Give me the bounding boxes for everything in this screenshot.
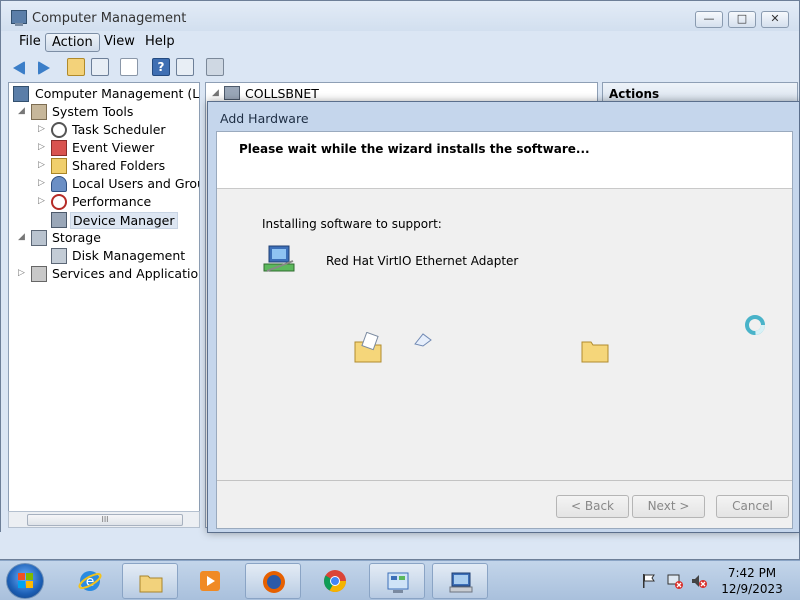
properties-icon[interactable]: [120, 58, 138, 76]
action-center-flag-icon[interactable]: [642, 573, 656, 589]
busy-spinner-icon: [745, 315, 765, 335]
taskbar-computer-management[interactable]: [432, 563, 488, 599]
taskbar-control-panel[interactable]: [369, 563, 425, 599]
menu-view[interactable]: View: [98, 33, 141, 52]
actions-header: Actions: [603, 83, 797, 103]
network-warning-icon[interactable]: [666, 572, 684, 590]
shared-folder-icon: [51, 158, 67, 174]
device-manager-icon: [51, 212, 67, 228]
start-button[interactable]: [6, 563, 44, 599]
expand-arrow-icon[interactable]: ▷: [17, 268, 26, 279]
event-viewer-icon: [51, 140, 67, 156]
show-hide-tree-icon[interactable]: [91, 58, 109, 76]
expand-arrow-icon[interactable]: ▷: [37, 124, 46, 135]
device-name: Red Hat VirtIO Ethernet Adapter: [326, 254, 519, 268]
scrollbar-thumb[interactable]: III: [27, 514, 183, 526]
notification-area: [638, 567, 718, 595]
control-panel-icon: [387, 572, 409, 593]
collapse-arrow-icon[interactable]: ◢: [17, 106, 26, 117]
back-button[interactable]: < Back: [556, 495, 629, 518]
destination-folder-icon: [581, 341, 609, 363]
dialog-heading: Please wait while the wizard installs th…: [239, 142, 590, 156]
network-adapter-icon: [263, 245, 295, 272]
show-hide-action-pane-icon[interactable]: [176, 58, 194, 76]
dialog-body: Please wait while the wizard installs th…: [216, 131, 793, 529]
computer-management-icon: [13, 86, 29, 102]
dialog-separator: [217, 480, 792, 481]
source-folder-icon: [354, 332, 382, 363]
menu-bar: File Action View Help: [1, 31, 799, 53]
add-hardware-dialog: Add Hardware Please wait while the wizar…: [207, 101, 800, 533]
tree-horizontal-scrollbar[interactable]: III: [8, 511, 200, 528]
computer-icon: [224, 86, 240, 100]
clock-date: 12/9/2023: [721, 582, 783, 596]
taskbar-media-player[interactable]: [182, 563, 238, 599]
window-title: Computer Management: [32, 11, 187, 26]
taskbar-internet-explorer[interactable]: e: [62, 563, 118, 599]
back-arrow-icon[interactable]: [13, 61, 25, 75]
title-bar[interactable]: Computer Management — □ ✕: [1, 1, 799, 31]
firefox-icon: [263, 571, 285, 593]
flying-document-icon: [414, 333, 432, 347]
speaker-muted-icon[interactable]: [690, 572, 708, 590]
media-player-icon: [200, 571, 220, 591]
taskbar: e 7:42 PM 12/9/2023: [0, 560, 800, 600]
menu-action[interactable]: Action: [45, 33, 100, 52]
close-button[interactable]: ✕: [761, 11, 789, 28]
internet-explorer-icon: e: [78, 571, 102, 591]
help-icon[interactable]: ?: [152, 58, 170, 76]
cancel-button[interactable]: Cancel: [716, 495, 789, 518]
console-tree: Computer Management (Local ◢ System Tool…: [8, 82, 200, 528]
expand-arrow-icon[interactable]: ▷: [37, 160, 46, 171]
dialog-title: Add Hardware: [220, 111, 309, 126]
scan-hardware-icon[interactable]: [206, 58, 224, 76]
computer-management-icon: [449, 572, 473, 593]
services-icon: [31, 266, 47, 282]
next-button[interactable]: Next >: [632, 495, 705, 518]
users-icon: [51, 176, 67, 192]
up-folder-icon[interactable]: [67, 58, 85, 76]
taskbar-file-explorer[interactable]: [122, 563, 178, 599]
taskbar-firefox[interactable]: [245, 563, 301, 599]
tools-icon: [31, 104, 47, 120]
minimize-button[interactable]: —: [695, 11, 723, 28]
collapse-arrow-icon[interactable]: ◢: [212, 88, 219, 98]
windows-logo-icon: [18, 573, 33, 588]
expand-arrow-icon[interactable]: ▷: [37, 196, 46, 207]
maximize-button[interactable]: □: [728, 11, 756, 28]
forward-arrow-icon[interactable]: [38, 61, 50, 75]
file-explorer-icon: [139, 575, 163, 593]
taskbar-chrome[interactable]: [307, 563, 363, 599]
disk-icon: [51, 248, 67, 264]
chrome-icon: [324, 570, 346, 592]
performance-icon: [51, 194, 67, 210]
storage-icon: [31, 230, 47, 246]
collapse-arrow-icon[interactable]: ◢: [17, 232, 26, 243]
clock-icon: [51, 122, 67, 138]
toolbar: ?: [1, 54, 799, 80]
menu-help[interactable]: Help: [139, 33, 181, 52]
expand-arrow-icon[interactable]: ▷: [37, 178, 46, 189]
status-bar: [0, 532, 798, 559]
support-label: Installing software to support:: [262, 217, 442, 231]
clock-time: 7:42 PM: [727, 566, 777, 580]
system-clock[interactable]: 7:42 PM 12/9/2023: [712, 565, 792, 597]
dialog-header: Please wait while the wizard installs th…: [217, 132, 792, 189]
expand-arrow-icon[interactable]: ▷: [37, 142, 46, 153]
menu-file[interactable]: File: [13, 33, 47, 52]
computer-management-icon: [11, 10, 27, 26]
